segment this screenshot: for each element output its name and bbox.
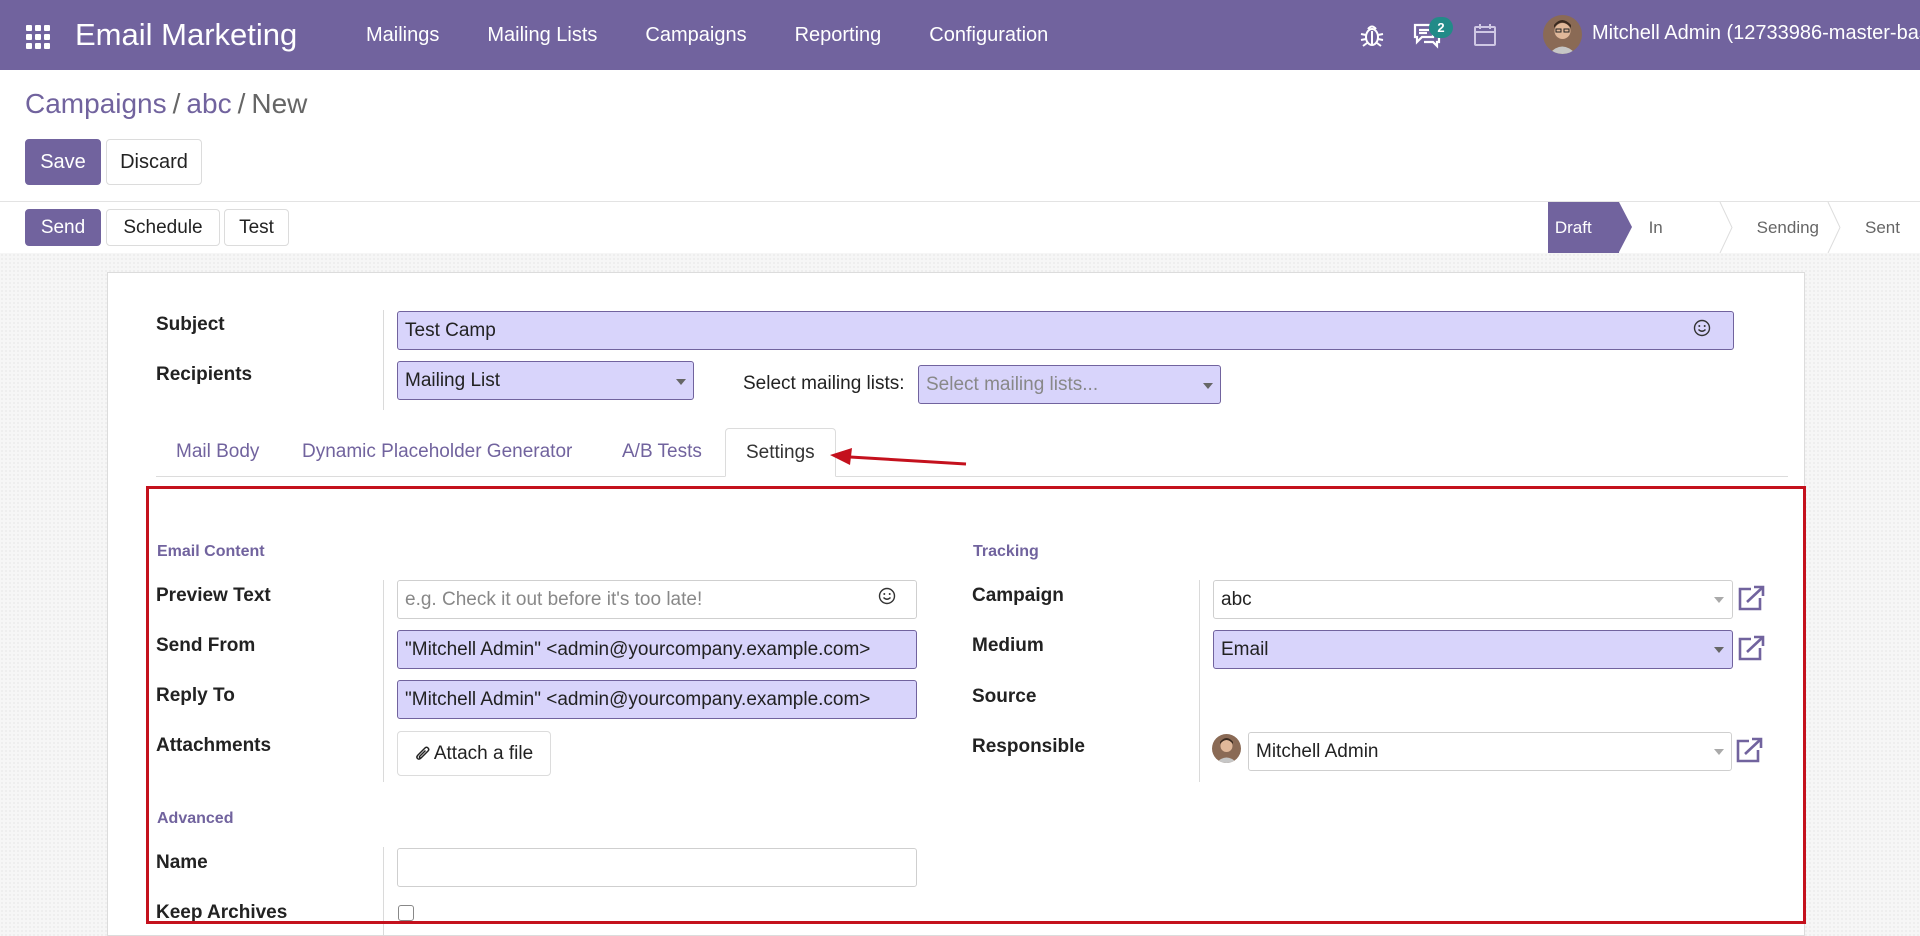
email-content-title: Email Content xyxy=(157,543,265,560)
menu-item-mailing-lists[interactable]: Mailing Lists xyxy=(463,0,621,70)
send-button[interactable]: Send xyxy=(25,209,101,246)
user-menu-name[interactable]: Mitchell Admin (12733986-master-bas xyxy=(1592,22,1920,45)
external-link-icon[interactable] xyxy=(1733,736,1765,764)
paperclip-icon xyxy=(415,746,430,760)
chevron-down-icon xyxy=(676,379,686,385)
chevron-down-icon xyxy=(1714,597,1724,603)
keep-archives-label: Keep Archives xyxy=(156,902,288,923)
breadcrumb-separator: / xyxy=(237,88,246,119)
tab-settings[interactable]: Settings xyxy=(725,428,836,477)
mailing-lists-select[interactable]: Select mailing lists... xyxy=(918,365,1221,404)
name-input[interactable] xyxy=(397,848,917,887)
chevron-down-icon xyxy=(1714,647,1724,653)
menu-item-reporting[interactable]: Reporting xyxy=(771,0,906,70)
status-draft[interactable]: Draft xyxy=(1548,202,1632,253)
subject-input[interactable]: Test Camp xyxy=(397,311,1734,350)
apps-grid-icon[interactable] xyxy=(26,25,50,49)
field-divider xyxy=(383,310,384,410)
breadcrumb-separator: / xyxy=(172,88,181,119)
app-title[interactable]: Email Marketing xyxy=(75,17,297,53)
attach-file-button[interactable]: Attach a file xyxy=(397,731,551,776)
keep-archives-checkbox[interactable] xyxy=(398,905,414,921)
preview-text-input[interactable]: e.g. Check it out before it's too late! xyxy=(397,580,917,619)
notification-badge: 2 xyxy=(1429,17,1453,38)
tab-dynamic-placeholder-generator[interactable]: Dynamic Placeholder Generator xyxy=(283,428,591,477)
bug-icon[interactable] xyxy=(1358,21,1386,49)
user-avatar[interactable] xyxy=(1543,15,1582,54)
status-in-queue[interactable]: In Queue xyxy=(1619,202,1733,288)
medium-select[interactable]: Email xyxy=(1213,630,1733,669)
test-button[interactable]: Test xyxy=(224,209,289,246)
responsible-avatar xyxy=(1212,734,1241,763)
calendar-icon[interactable] xyxy=(1472,22,1498,48)
send-from-label: Send From xyxy=(156,635,256,656)
discard-button[interactable]: Discard xyxy=(106,139,202,185)
subject-label: Subject xyxy=(156,314,225,335)
tab-mail-body[interactable]: Mail Body xyxy=(157,428,278,477)
status-bar: Draft In Queue Sending Sent xyxy=(1548,202,1920,288)
status-sent[interactable]: Sent xyxy=(1839,202,1920,253)
attachments-label: Attachments xyxy=(156,735,272,756)
campaign-label: Campaign xyxy=(972,585,1064,606)
campaign-select[interactable]: abc xyxy=(1213,580,1733,619)
main-menu: Mailings Mailing Lists Campaigns Reporti… xyxy=(342,0,1072,70)
breadcrumb-item-abc[interactable]: abc xyxy=(186,88,231,119)
external-link-icon[interactable] xyxy=(1735,634,1767,662)
responsible-select[interactable]: Mitchell Admin xyxy=(1248,732,1732,771)
advanced-title: Advanced xyxy=(157,810,234,827)
save-button[interactable]: Save xyxy=(25,139,101,185)
tab-ab-tests[interactable]: A/B Tests xyxy=(603,428,721,477)
mailing-lists-label: Select mailing lists: xyxy=(743,373,905,394)
field-divider xyxy=(383,580,384,782)
field-divider xyxy=(1199,580,1200,782)
status-sending[interactable]: Sending xyxy=(1731,202,1841,253)
reply-to-label: Reply To xyxy=(156,685,235,706)
emoji-icon[interactable] xyxy=(1693,319,1711,337)
breadcrumb-current: New xyxy=(251,88,308,119)
menu-item-configuration[interactable]: Configuration xyxy=(905,0,1072,70)
field-divider xyxy=(383,847,384,936)
recipients-label: Recipients xyxy=(156,364,253,385)
breadcrumb-item-campaigns[interactable]: Campaigns xyxy=(25,88,167,119)
emoji-icon[interactable] xyxy=(878,587,896,605)
send-from-input[interactable]: "Mitchell Admin" <admin@yourcompany.exam… xyxy=(397,630,917,669)
preview-text-label: Preview Text xyxy=(156,585,271,606)
responsible-label: Responsible xyxy=(972,736,1085,757)
source-label: Source xyxy=(972,686,1037,707)
schedule-button[interactable]: Schedule xyxy=(106,209,220,246)
name-label: Name xyxy=(156,852,208,873)
status-sending-label: Sending xyxy=(1756,218,1820,237)
breadcrumb: Campaigns / abc / New xyxy=(25,88,307,120)
top-navbar: Email Marketing Mailings Mailing Lists C… xyxy=(0,0,1920,70)
menu-item-mailings[interactable]: Mailings xyxy=(342,0,463,70)
attach-file-label: Attach a file xyxy=(433,742,534,764)
menu-item-campaigns[interactable]: Campaigns xyxy=(621,0,770,70)
chevron-down-icon xyxy=(1714,749,1724,755)
external-link-icon[interactable] xyxy=(1735,584,1767,612)
reply-to-input[interactable]: "Mitchell Admin" <admin@yourcompany.exam… xyxy=(397,680,917,719)
source-field[interactable] xyxy=(1213,681,1733,720)
medium-label: Medium xyxy=(972,635,1044,656)
recipients-select[interactable]: Mailing List xyxy=(397,361,694,400)
chevron-down-icon xyxy=(1203,383,1213,389)
tracking-title: Tracking xyxy=(973,543,1039,560)
